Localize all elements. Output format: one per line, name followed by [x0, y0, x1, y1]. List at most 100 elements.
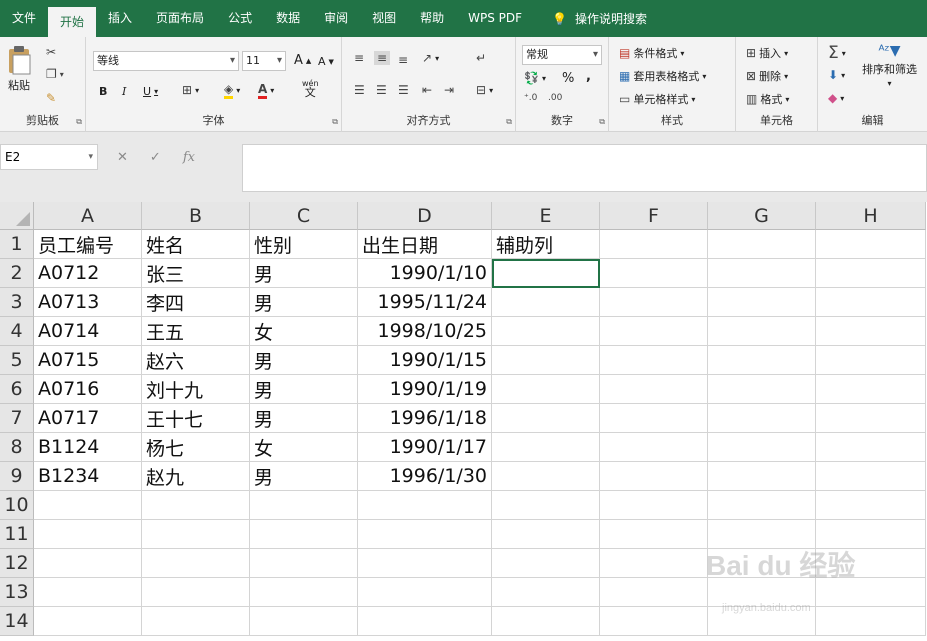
cell-b12[interactable] [142, 549, 250, 578]
cell-f2[interactable] [600, 259, 708, 288]
cell-e7[interactable] [492, 404, 600, 433]
decrease-decimal-icon[interactable]: .00 [548, 93, 562, 103]
cell-f14[interactable] [600, 607, 708, 636]
cell-a14[interactable] [34, 607, 142, 636]
font-launcher-icon[interactable]: ⧉ [332, 117, 338, 127]
align-middle-icon[interactable]: ≡ [374, 51, 391, 65]
cell-e13[interactable] [492, 578, 600, 607]
cell-g3[interactable] [708, 288, 816, 317]
row-header[interactable]: 11 [0, 520, 34, 549]
bold-button[interactable]: B [99, 85, 107, 98]
cell-f5[interactable] [600, 346, 708, 375]
cell-styles-button[interactable]: ▭ 单元格样式 ▾ [619, 91, 695, 107]
number-launcher-icon[interactable]: ⧉ [599, 117, 605, 127]
cell-d7[interactable]: 1996/1/18 [358, 404, 492, 433]
format-painter-icon[interactable]: ✎ [46, 91, 56, 105]
confirm-icon[interactable]: ✓ [150, 150, 161, 165]
cell-a13[interactable] [34, 578, 142, 607]
row-header[interactable]: 14 [0, 607, 34, 636]
row-header[interactable]: 7 [0, 404, 34, 433]
cell-d14[interactable] [358, 607, 492, 636]
clipboard-launcher-icon[interactable]: ⧉ [76, 117, 82, 127]
wrap-text-icon[interactable]: ↵ [476, 51, 486, 65]
cell-f9[interactable] [600, 462, 708, 491]
insert-cells-button[interactable]: ⊞ 插入 ▾ [746, 45, 788, 61]
cell-d10[interactable] [358, 491, 492, 520]
cell-h6[interactable] [816, 375, 926, 404]
orientation-icon[interactable]: ↗ ▾ [422, 51, 439, 65]
cell-h4[interactable] [816, 317, 926, 346]
cell-d3[interactable]: 1995/11/24 [358, 288, 492, 317]
tab-4[interactable]: 公式 [216, 0, 264, 37]
align-bottom-icon[interactable]: ≡ [398, 53, 408, 67]
cell-h2[interactable] [816, 259, 926, 288]
italic-button[interactable]: I [122, 85, 126, 98]
cell-c3[interactable]: 男 [250, 288, 358, 317]
column-header-a[interactable]: A [34, 202, 142, 230]
name-box[interactable]: E2 ▾ [0, 144, 98, 170]
border-icon[interactable]: ⊞ ▾ [182, 83, 199, 97]
cell-a4[interactable]: A0714 [34, 317, 142, 346]
increase-indent-icon[interactable]: ⇥ [444, 83, 454, 97]
cell-g9[interactable] [708, 462, 816, 491]
cell-h5[interactable] [816, 346, 926, 375]
cell-b1[interactable]: 姓名 [142, 230, 250, 259]
cell-a3[interactable]: A0713 [34, 288, 142, 317]
comma-button[interactable]: , [586, 69, 591, 84]
align-right-icon[interactable]: ☰ [398, 83, 409, 97]
cell-b7[interactable]: 王十七 [142, 404, 250, 433]
tab-2[interactable]: 插入 [96, 0, 144, 37]
tab-5[interactable]: 数据 [264, 0, 312, 37]
row-header[interactable]: 10 [0, 491, 34, 520]
cell-c5[interactable]: 男 [250, 346, 358, 375]
column-header-f[interactable]: F [600, 202, 708, 230]
tab-9[interactable]: WPS PDF [456, 0, 534, 37]
cell-c8[interactable]: 女 [250, 433, 358, 462]
percent-button[interactable]: % [562, 71, 574, 86]
cell-b9[interactable]: 赵九 [142, 462, 250, 491]
cell-a1[interactable]: 员工编号 [34, 230, 142, 259]
cell-g5[interactable] [708, 346, 816, 375]
cell-e5[interactable] [492, 346, 600, 375]
copy-icon[interactable]: ❐ ▾ [46, 67, 64, 81]
cell-e8[interactable] [492, 433, 600, 462]
cell-d1[interactable]: 出生日期 [358, 230, 492, 259]
cell-h1[interactable] [816, 230, 926, 259]
cell-f3[interactable] [600, 288, 708, 317]
cell-g1[interactable] [708, 230, 816, 259]
font-size-select[interactable]: 11 ▾ [242, 51, 286, 71]
cell-f11[interactable] [600, 520, 708, 549]
align-top-icon[interactable]: ≡ [354, 51, 364, 65]
cell-d4[interactable]: 1998/10/25 [358, 317, 492, 346]
conditional-format-button[interactable]: ▤ 条件格式 ▾ [619, 45, 684, 61]
cell-e1[interactable]: 辅助列 [492, 230, 600, 259]
cell-b8[interactable]: 杨七 [142, 433, 250, 462]
cell-d13[interactable] [358, 578, 492, 607]
row-header[interactable]: 6 [0, 375, 34, 404]
cell-d11[interactable] [358, 520, 492, 549]
cell-h7[interactable] [816, 404, 926, 433]
cell-h10[interactable] [816, 491, 926, 520]
number-format-select[interactable]: 常规 ▾ [522, 45, 602, 65]
cell-f1[interactable] [600, 230, 708, 259]
column-header-e[interactable]: E [492, 202, 600, 230]
cell-b2[interactable]: 张三 [142, 259, 250, 288]
column-header-d[interactable]: D [358, 202, 492, 230]
cell-c13[interactable] [250, 578, 358, 607]
row-header[interactable]: 9 [0, 462, 34, 491]
cell-f8[interactable] [600, 433, 708, 462]
tell-me-search[interactable]: 💡 操作说明搜索 [534, 10, 647, 27]
font-name-select[interactable]: 等线 ▾ [93, 51, 239, 71]
align-center-icon[interactable]: ☰ [376, 83, 387, 97]
cell-b13[interactable] [142, 578, 250, 607]
tab-3[interactable]: 页面布局 [144, 0, 216, 37]
cancel-icon[interactable]: ✕ [117, 150, 128, 165]
tab-0[interactable]: 文件 [0, 0, 48, 37]
tab-8[interactable]: 帮助 [408, 0, 456, 37]
cell-e3[interactable] [492, 288, 600, 317]
cell-a11[interactable] [34, 520, 142, 549]
font-grow-button[interactable]: A ▲ [294, 53, 311, 68]
cell-g4[interactable] [708, 317, 816, 346]
delete-cells-button[interactable]: ⊠ 删除 ▾ [746, 68, 788, 84]
cell-c10[interactable] [250, 491, 358, 520]
